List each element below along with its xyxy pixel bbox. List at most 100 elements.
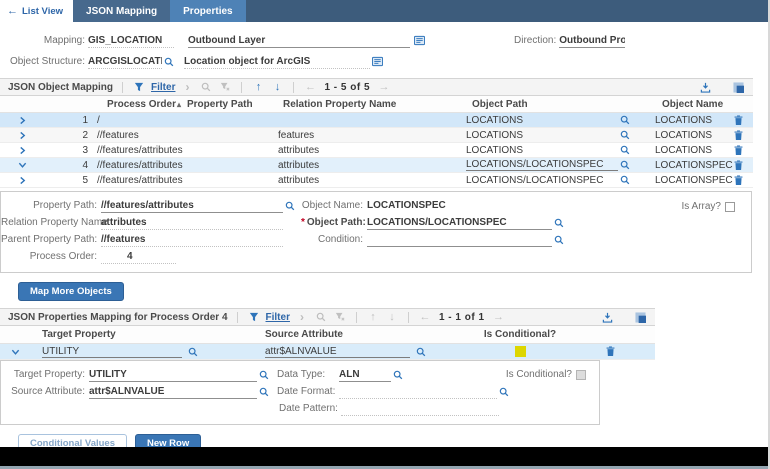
search-icon[interactable] [257,387,271,397]
source-attribute-field[interactable]: attr$ALNVALUE [89,385,257,399]
object-structure-field[interactable]: ARCGISLOCATIO [88,55,162,69]
date-pattern-field[interactable] [341,402,499,416]
column-relation-property-name[interactable]: Relation Property Name [283,99,470,110]
column-source-attribute[interactable]: Source Attribute [265,329,450,340]
search-icon[interactable] [162,57,176,67]
cell-object-name: LOCATIONS [655,129,713,141]
move-up-icon[interactable]: ↑ [366,311,380,323]
move-down-icon[interactable]: ↓ [385,311,399,323]
column-object-path[interactable]: Object Path [470,99,660,110]
table-row[interactable]: 4 //features/attributes attributes LOCAT… [0,158,753,173]
search-icon[interactable] [552,235,566,245]
data-type-label: Data Type: [277,369,326,380]
search-icon[interactable] [199,82,213,92]
cell-source-attribute-field[interactable]: attr$ALNVALUE [265,346,410,358]
clear-filter-icon[interactable] [333,312,347,322]
cell-relation: features [278,129,315,141]
filter-toggle[interactable]: Filter [266,312,290,323]
maximize-icon[interactable] [633,311,647,323]
process-order-field[interactable]: 4 [101,250,176,264]
search-icon[interactable] [497,387,511,397]
condition-field[interactable] [367,233,552,247]
date-format-field[interactable] [339,385,497,399]
column-is-conditional[interactable]: Is Conditional? [450,329,590,340]
download-icon[interactable] [698,82,712,93]
search-icon[interactable] [552,218,566,228]
delete-icon[interactable] [725,114,751,126]
is-conditional-indicator[interactable] [514,346,526,357]
object-structure-description-field[interactable]: Location object for ArcGIS [184,55,370,69]
column-property-path[interactable]: Property Path [185,99,283,110]
search-icon[interactable] [314,312,328,322]
property-path-field[interactable]: //features/attributes [101,199,283,213]
mapping-field[interactable]: GIS_LOCATION [88,34,174,48]
map-more-objects-button[interactable]: Map More Objects [18,282,124,301]
filter-toggle[interactable]: Filter [151,82,175,93]
table-row[interactable]: UTILITY attr$ALNVALUE [0,344,655,360]
cell-object-path-field[interactable]: LOCATIONS/LOCATIONSPEC [466,159,618,171]
direction-field[interactable]: Outbound Proce [559,34,626,48]
relation-property-name-field[interactable]: attributes [101,216,283,230]
next-page-icon[interactable]: → [492,311,506,323]
is-conditional-checkbox[interactable] [576,369,586,380]
table-row[interactable]: 1 / LOCATIONS LOCATIONS [0,113,753,128]
prev-page-icon[interactable]: ← [303,81,317,93]
search-icon[interactable] [618,160,632,170]
delete-icon[interactable] [590,346,630,357]
search-icon[interactable] [618,115,632,125]
is-array-checkbox[interactable] [725,201,735,212]
expand-row-icon[interactable] [0,116,45,125]
table-row[interactable]: 3 //features/attributes attributes LOCAT… [0,143,753,158]
divider [236,311,238,323]
delete-icon[interactable] [725,144,751,156]
tab-properties[interactable]: Properties [170,0,246,22]
filter-icon[interactable] [132,82,146,92]
move-down-icon[interactable]: ↓ [270,81,284,93]
open-filter-icon[interactable]: › [295,311,309,323]
cell-object-name: LOCATIONSPEC [655,159,733,171]
download-icon[interactable] [600,312,614,323]
json-properties-mapping-table: JSON Properties Mapping for Process Orde… [0,308,655,425]
divider [293,81,295,93]
long-description-icon[interactable] [370,56,384,67]
data-type-field[interactable]: ALN [339,368,391,382]
expand-row-icon[interactable] [0,146,45,155]
back-to-list-view[interactable]: ← List View [0,0,74,22]
column-target-property[interactable]: Target Property [30,329,237,340]
object-path-field[interactable]: LOCATIONS/LOCATIONSPEC [367,216,552,230]
delete-icon[interactable] [725,129,751,141]
table-row[interactable]: 2 //features features LOCATIONS LOCATION… [0,128,753,143]
clear-filter-icon[interactable] [218,82,232,92]
cell-target-property-field[interactable]: UTILITY [42,346,182,358]
column-object-name[interactable]: Object Name [660,99,753,110]
long-description-icon[interactable] [412,35,426,46]
prev-page-icon[interactable]: ← [418,311,432,323]
tab-json-mapping[interactable]: JSON Mapping [73,0,171,22]
move-up-icon[interactable]: ↑ [251,81,265,93]
parent-property-path-field[interactable]: //features [101,233,283,247]
mapping-description-field[interactable]: Outbound Layer [188,34,410,48]
open-filter-icon[interactable]: › [180,81,194,93]
delete-icon[interactable] [725,174,751,186]
search-icon[interactable] [618,145,632,155]
search-icon[interactable] [391,370,405,380]
search-icon[interactable] [618,175,632,185]
expand-row-icon[interactable] [0,131,45,140]
next-page-icon[interactable]: → [377,81,391,93]
search-icon[interactable] [414,347,428,357]
cell-object-path: LOCATIONS/LOCATIONSPEC [466,174,604,186]
column-process-order[interactable]: Process Order▴ [0,99,185,110]
maximize-icon[interactable] [731,81,745,93]
target-property-field[interactable]: UTILITY [89,368,257,382]
expand-row-icon[interactable] [0,176,45,185]
collapse-row-icon[interactable] [0,161,45,169]
table-row[interactable]: 5 //features/attributes attributes LOCAT… [0,173,753,188]
cell-object-path: LOCATIONS [466,129,524,141]
search-icon[interactable] [186,347,200,357]
search-icon[interactable] [283,201,297,211]
filter-icon[interactable] [247,312,261,322]
collapse-row-icon[interactable] [0,348,30,356]
delete-icon[interactable] [725,159,751,171]
search-icon[interactable] [618,130,632,140]
search-icon[interactable] [257,370,271,380]
